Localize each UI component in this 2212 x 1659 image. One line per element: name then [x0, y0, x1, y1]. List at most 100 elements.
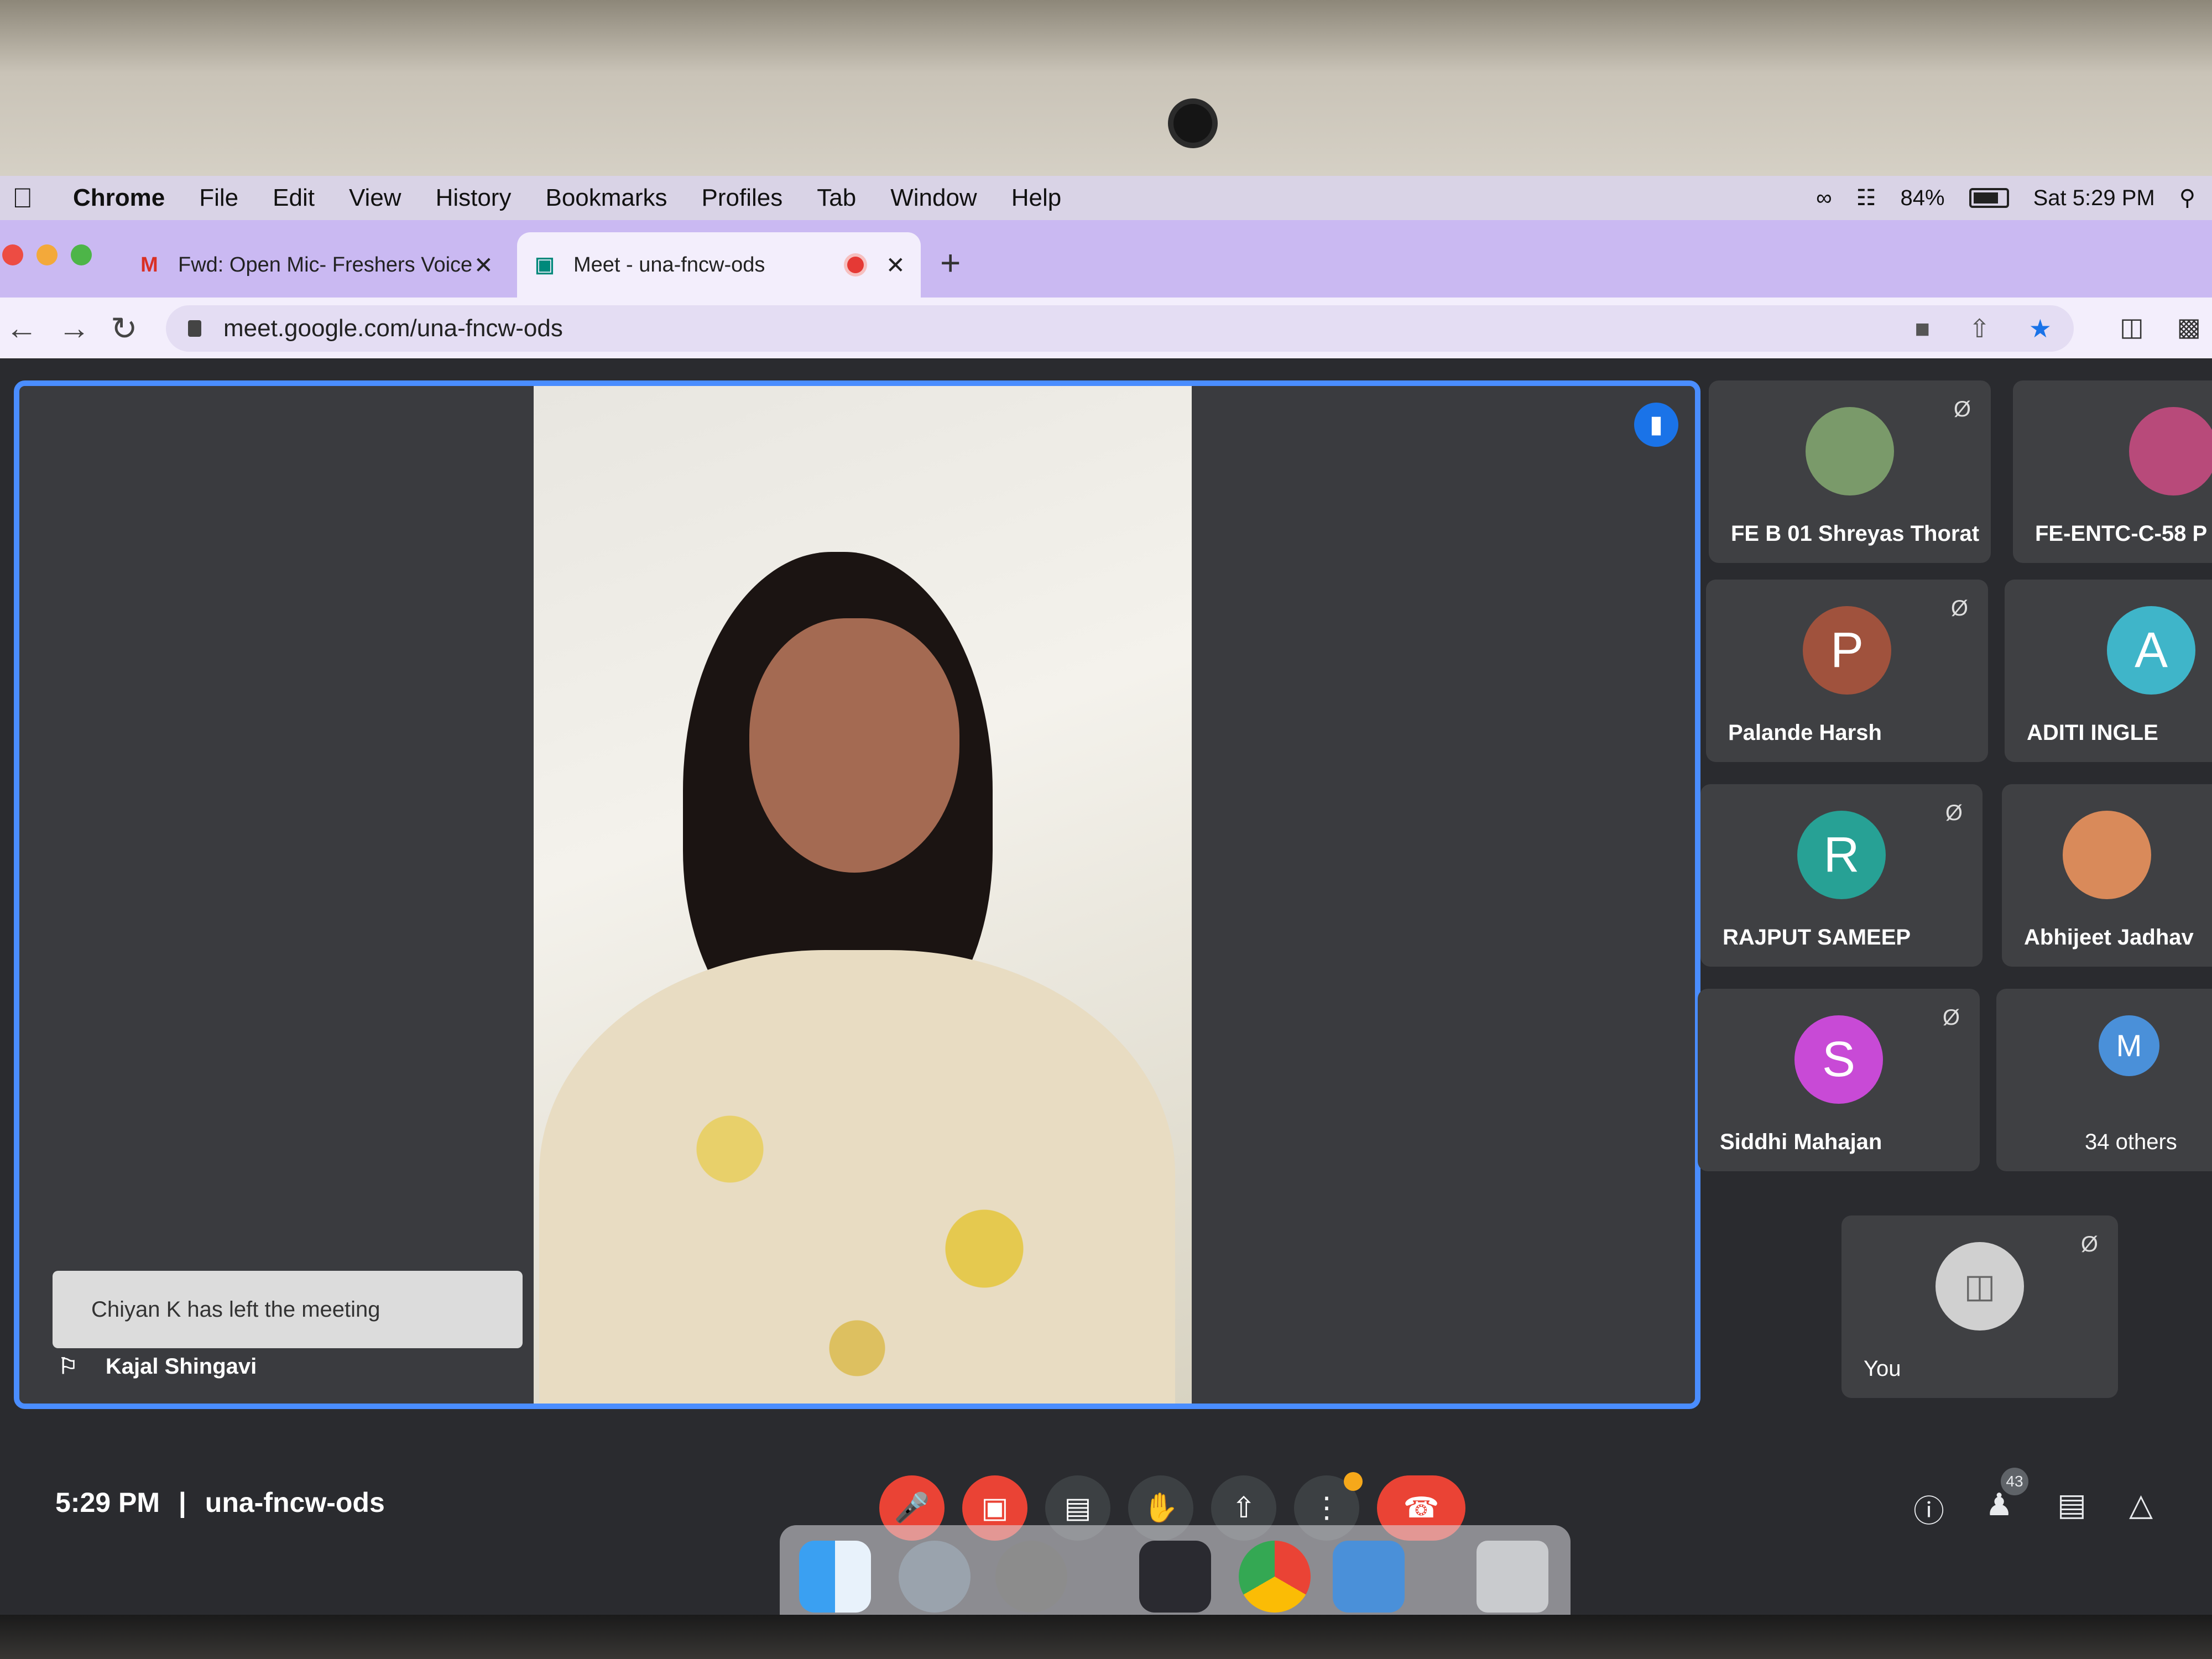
- participant-name: You: [1864, 1357, 1901, 1381]
- wifi-icon[interactable]: ☷: [1856, 185, 1876, 211]
- meeting-info: 5:29 PM | una-fncw-ods: [55, 1486, 385, 1519]
- webcam: [1173, 104, 1212, 143]
- participant-tile[interactable]: Abhijeet Jadhav: [2002, 784, 2212, 967]
- launchpad-icon[interactable]: [899, 1541, 971, 1613]
- separator: |: [178, 1487, 186, 1518]
- participant-name: FE B 01 Shreyas Thorat: [1731, 521, 1980, 546]
- mic-off-icon: Ø: [1950, 596, 1968, 620]
- chrome-icon[interactable]: [1239, 1541, 1311, 1613]
- reload-icon[interactable]: ↻: [111, 310, 138, 347]
- captions-icon: ▤: [1064, 1492, 1092, 1524]
- self-tile[interactable]: ◫ Ø You: [1841, 1215, 2118, 1398]
- menu-history[interactable]: History: [436, 184, 512, 212]
- mic-off-icon: Ø: [1942, 1005, 1960, 1030]
- activities-icon[interactable]: △: [2129, 1486, 2153, 1523]
- mic-off-icon: Ø: [2080, 1232, 2098, 1256]
- participant-name: FE-ENTC-C-58 P: [2035, 521, 2208, 546]
- participant-tile[interactable]: FE-ENTC-C-58 P: [2013, 380, 2212, 563]
- finder-icon[interactable]: [799, 1541, 871, 1613]
- infinity-icon[interactable]: ∞: [1816, 186, 1832, 211]
- mic-off-icon: Ø: [1953, 397, 1971, 421]
- people-button[interactable]: ♟ 43: [1985, 1468, 2028, 1523]
- avatar: M: [2099, 1015, 2159, 1076]
- main-stage[interactable]: ▮ Chiyan K has left the meeting ⚐ Kajal …: [14, 380, 1700, 1409]
- avatar: [2129, 407, 2212, 495]
- avatar: [1806, 407, 1894, 495]
- hang-up-icon: ☎: [1403, 1492, 1439, 1524]
- keynote-icon[interactable]: [1333, 1541, 1405, 1613]
- speaker-label: ⚐ Kajal Shingavi: [58, 1354, 257, 1379]
- laptop-bezel: [0, 0, 2212, 182]
- video-body: [539, 950, 1175, 1404]
- participant-name: RAJPUT SAMEEP: [1723, 925, 1911, 950]
- tab-title: Fwd: Open Mic- Freshers Voice: [178, 253, 473, 276]
- webex-icon[interactable]: [1139, 1541, 1211, 1613]
- window-zoom-button[interactable]: [71, 244, 92, 265]
- apple-icon[interactable]: : [12, 182, 40, 214]
- participant-tile[interactable]: R Ø RAJPUT SAMEEP: [1700, 784, 1983, 967]
- side-panel-icon[interactable]: ◫: [2120, 312, 2143, 342]
- video-face: [749, 618, 959, 873]
- meeting-details-icon[interactable]: ⓘ: [1913, 1486, 1944, 1531]
- gmail-icon: M: [140, 253, 158, 276]
- menu-clock[interactable]: Sat 5:29 PM: [2033, 186, 2155, 211]
- participant-name: Siddhi Mahajan: [1720, 1130, 1882, 1154]
- tab-strip: M Fwd: Open Mic- Freshers Voice ✕ ▣ Meet…: [0, 220, 2212, 298]
- status-area: ∞ ☷ 84% Sat 5:29 PM ⚲: [1816, 176, 2195, 220]
- share-icon[interactable]: ⇧: [1969, 314, 1990, 343]
- present-screen-icon: ⇧: [1232, 1492, 1256, 1524]
- bookmark-star-icon[interactable]: ★: [2029, 314, 2052, 343]
- participant-name: Abhijeet Jadhav: [2024, 925, 2194, 950]
- camera-in-use-icon[interactable]: ■: [1914, 314, 1930, 343]
- battery-icon[interactable]: [1969, 188, 2009, 208]
- others-count: 34 others: [2085, 1130, 2177, 1154]
- avatar: P: [1803, 606, 1891, 695]
- extension-icon[interactable]: ▩: [2177, 312, 2201, 342]
- menu-view[interactable]: View: [349, 184, 401, 212]
- chat-icon[interactable]: ▤: [2057, 1486, 2086, 1523]
- address-bar[interactable]: meet.google.com/una-fncw-ods ■ ⇧ ★: [166, 305, 2074, 352]
- tab-meet[interactable]: ▣ Meet - una-fncw-ods ✕: [517, 232, 921, 298]
- menu-profiles[interactable]: Profiles: [702, 184, 783, 212]
- tab-close-icon[interactable]: ✕: [474, 252, 493, 279]
- lock-icon[interactable]: [188, 320, 201, 337]
- speaker-video: [534, 386, 1192, 1404]
- tab-close-icon[interactable]: ✕: [886, 252, 905, 279]
- avatar: R: [1797, 811, 1886, 899]
- window-close-button[interactable]: [2, 244, 23, 265]
- notification-toast: Chiyan K has left the meeting: [53, 1271, 523, 1348]
- menu-tab[interactable]: Tab: [817, 184, 856, 212]
- system-preferences-icon[interactable]: [995, 1541, 1067, 1613]
- menu-app-name[interactable]: Chrome: [73, 184, 165, 212]
- menu-help[interactable]: Help: [1011, 184, 1062, 212]
- menu-bookmarks[interactable]: Bookmarks: [545, 184, 667, 212]
- participant-tile[interactable]: P Ø Palande Harsh: [1706, 580, 1988, 762]
- hand-icon: ✋: [1142, 1492, 1179, 1524]
- avatar: S: [1794, 1015, 1883, 1104]
- trash-icon[interactable]: [1477, 1541, 1548, 1613]
- window-minimize-button[interactable]: [36, 244, 58, 265]
- participant-tile[interactable]: A ADITI INGLE: [2005, 580, 2212, 762]
- pin-icon[interactable]: ⚐: [58, 1354, 78, 1379]
- participant-tile[interactable]: S Ø Siddhi Mahajan: [1698, 989, 1980, 1171]
- spotlight-search-icon[interactable]: ⚲: [2179, 185, 2195, 211]
- notification-dot: [1344, 1472, 1363, 1491]
- meet-area: ▮ Chiyan K has left the meeting ⚐ Kajal …: [0, 358, 2212, 1615]
- back-icon[interactable]: ←: [6, 310, 38, 347]
- menu-window[interactable]: Window: [890, 184, 977, 212]
- camera-off-icon: ▣: [981, 1492, 1009, 1524]
- menu-file[interactable]: File: [199, 184, 238, 212]
- participants-count-badge: 43: [2001, 1468, 2028, 1495]
- tab-title: Meet - una-fncw-ods: [573, 253, 765, 276]
- participant-tile[interactable]: Ø FE B 01 Shreyas Thorat: [1709, 380, 1991, 563]
- participant-name: Palande Harsh: [1728, 721, 1882, 745]
- menu-edit[interactable]: Edit: [273, 184, 315, 212]
- macos-menu-bar:  Chrome File Edit View History Bookmark…: [0, 176, 2212, 220]
- forward-icon[interactable]: →: [58, 310, 90, 347]
- url-text[interactable]: meet.google.com/una-fncw-ods: [223, 315, 563, 342]
- new-tab-button[interactable]: +: [940, 242, 961, 283]
- more-vert-icon: ⋮: [1312, 1492, 1341, 1524]
- tab-gmail[interactable]: M Fwd: Open Mic- Freshers Voice ✕: [122, 232, 509, 298]
- others-tile[interactable]: M 34 others: [1996, 989, 2212, 1171]
- speaker-name: Kajal Shingavi: [105, 1354, 257, 1379]
